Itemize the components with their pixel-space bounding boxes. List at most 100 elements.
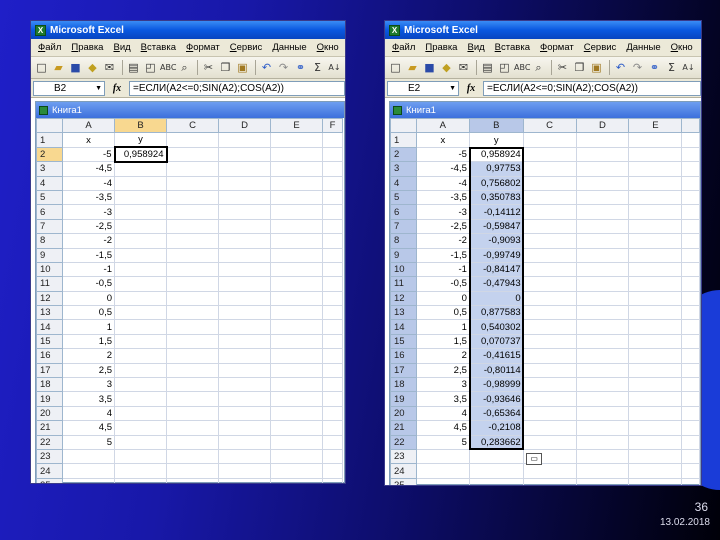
cell[interactable]: y [468, 132, 524, 148]
open-icon[interactable]: ▰ [405, 60, 420, 75]
row-header[interactable]: 14 [36, 319, 63, 335]
cell[interactable] [270, 247, 323, 263]
cell[interactable] [522, 132, 577, 148]
menu-file[interactable]: Файл [387, 42, 420, 53]
cell[interactable] [166, 290, 219, 307]
cell[interactable] [114, 420, 167, 436]
cell[interactable] [522, 420, 577, 436]
cell[interactable] [270, 261, 323, 278]
cell[interactable] [681, 463, 700, 479]
cell[interactable] [322, 405, 343, 422]
cell[interactable] [270, 405, 323, 422]
research-icon[interactable]: ⌕ [177, 60, 192, 75]
cell[interactable]: 4 [62, 405, 115, 422]
menu-insert[interactable]: Вставка [490, 42, 535, 53]
cell[interactable]: 3,5 [415, 391, 470, 407]
cell[interactable] [114, 161, 167, 177]
paste-icon[interactable]: ▣ [589, 60, 604, 75]
column-header[interactable]: C [522, 117, 577, 134]
cell[interactable] [628, 362, 683, 379]
cell[interactable]: 0 [62, 290, 115, 307]
cell[interactable] [322, 132, 343, 148]
cell[interactable] [322, 218, 343, 235]
row-header[interactable]: 25 [36, 477, 63, 483]
cell[interactable] [575, 146, 630, 163]
cell[interactable] [628, 305, 683, 321]
sort-asc-icon[interactable]: A↓ [327, 60, 342, 75]
cell[interactable] [522, 290, 577, 307]
row-header[interactable]: 14 [390, 319, 417, 335]
cell[interactable] [270, 434, 323, 450]
cell[interactable] [628, 420, 683, 436]
cell[interactable]: 5 [415, 434, 470, 450]
cell[interactable] [522, 377, 577, 393]
cell[interactable] [114, 218, 167, 235]
cell[interactable]: -3 [415, 204, 470, 220]
select-all-corner[interactable] [36, 117, 63, 134]
cell[interactable] [114, 305, 167, 321]
cell[interactable] [628, 161, 683, 177]
cell[interactable]: -0,41615 [468, 348, 524, 364]
cell[interactable] [575, 405, 630, 422]
menu-format[interactable]: Формат [535, 42, 579, 53]
cell[interactable]: -4,5 [62, 161, 115, 177]
cell[interactable]: 5 [62, 434, 115, 450]
cell[interactable] [522, 175, 577, 191]
cell[interactable] [522, 405, 577, 422]
cell[interactable] [681, 405, 700, 422]
cell[interactable] [322, 362, 343, 379]
cell[interactable]: x [415, 132, 470, 148]
cell[interactable]: 0,958924 [113, 146, 168, 163]
cell[interactable] [628, 333, 683, 350]
cell[interactable] [114, 477, 167, 483]
cell[interactable]: -0,65364 [468, 405, 524, 422]
cell[interactable]: -0,5 [62, 276, 115, 292]
row-header[interactable]: 23 [36, 448, 63, 465]
cell[interactable] [322, 175, 343, 191]
cell[interactable]: -2,5 [415, 218, 470, 235]
row-header[interactable]: 20 [390, 405, 417, 422]
cell[interactable]: 0,756802 [468, 175, 524, 191]
cell[interactable] [114, 333, 167, 350]
cell[interactable]: 0 [415, 290, 470, 307]
cell[interactable] [575, 189, 630, 206]
cell[interactable] [628, 405, 683, 422]
cell[interactable] [575, 420, 630, 436]
autosum-icon[interactable]: Σ [664, 60, 679, 75]
cell[interactable]: -0,93646 [468, 391, 524, 407]
cell[interactable] [62, 448, 115, 465]
cell[interactable] [628, 290, 683, 307]
cell[interactable] [270, 448, 323, 465]
cell[interactable] [166, 348, 219, 364]
cell[interactable]: 0,540302 [468, 319, 524, 335]
cell[interactable] [322, 305, 343, 321]
row-header[interactable]: 8 [390, 233, 417, 249]
cell[interactable] [270, 305, 323, 321]
row-header[interactable]: 10 [36, 261, 63, 278]
column-header[interactable]: B [114, 117, 167, 134]
menu-data[interactable]: Данные [621, 42, 665, 53]
cell[interactable]: 0,283662 [468, 434, 524, 450]
cell[interactable] [522, 477, 577, 485]
cell[interactable] [322, 477, 343, 483]
cell[interactable]: 2 [62, 348, 115, 364]
cell[interactable] [322, 146, 343, 163]
cell[interactable] [681, 204, 700, 220]
cell[interactable] [166, 305, 219, 321]
cell[interactable]: -0,98999 [468, 377, 524, 393]
new-icon[interactable]: □ [34, 60, 49, 75]
cell[interactable] [270, 290, 323, 307]
cell[interactable] [270, 218, 323, 235]
cell[interactable] [218, 477, 271, 483]
cell[interactable] [218, 405, 271, 422]
cell[interactable] [218, 290, 271, 307]
cell[interactable] [270, 175, 323, 191]
email-icon[interactable]: ✉ [102, 60, 117, 75]
row-header[interactable]: 16 [390, 348, 417, 364]
cell[interactable] [270, 333, 323, 350]
cell[interactable] [522, 247, 577, 263]
cell[interactable] [218, 218, 271, 235]
cell[interactable] [322, 463, 343, 479]
column-header-partial[interactable] [681, 117, 700, 134]
cell[interactable] [270, 161, 323, 177]
